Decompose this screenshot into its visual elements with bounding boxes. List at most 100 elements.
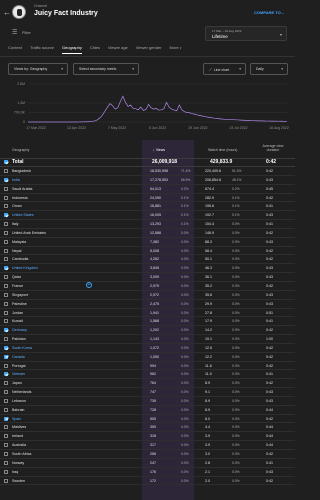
row-checkbox[interactable] (4, 469, 8, 474)
row-checkbox[interactable] (4, 319, 8, 324)
table-row[interactable]: Portugal 994 0.0% 11.6 0.0% 0:42 (0, 362, 295, 371)
table-row[interactable]: Indonesia 24,090 0.1% 282.9 0.1% 0:42 (0, 194, 295, 203)
table-row[interactable]: Saudi Arabia 54,013 0.2% 674.4 0.2% 0:45 (0, 185, 295, 194)
table-row[interactable]: Iraq 176 0.0% 2.1 0.0% 0:43 (0, 468, 295, 477)
chevron-down-icon[interactable]: ▾ (89, 11, 92, 17)
row-checkbox[interactable] (4, 398, 8, 403)
row-checkbox[interactable] (4, 239, 8, 244)
row-checkbox[interactable] (4, 407, 8, 412)
table-row[interactable]: Pakistan 1,143 0.0% 19.1 0.0% 1:00 (0, 335, 295, 344)
views-line-chart[interactable]: 2.8M 1.4M 700.0K 017 Mar 2022 13 Apr 2022 7 M… (0, 78, 295, 138)
breakdown-select[interactable]: Views by: Geography ▾ (8, 63, 68, 75)
table-row[interactable]: Jordan 1,941 0.0% 27.8 0.0% 0:51 (0, 309, 295, 318)
col-watch-time[interactable]: Watch time (hours) (208, 148, 237, 152)
table-row[interactable]: Qatar 3,009 0.0% 36.1 0.0% 0:43 (0, 273, 295, 282)
country-name[interactable]: United Kingdom (12, 266, 38, 270)
row-checkbox[interactable] (4, 204, 8, 209)
table-row[interactable]: Australia 317 0.0% 3.9 0.0% 0:44 (0, 441, 295, 450)
table-row[interactable]: Vietnam 962 0.0% 11.0 0.0% 0:41 (0, 370, 295, 380)
table-row[interactable]: Spain 505 0.0% 6.0 0.0% 0:42 (0, 415, 295, 424)
row-checkbox[interactable] (4, 177, 8, 182)
tab-geography[interactable]: Geography (62, 42, 82, 54)
tab-cities[interactable]: Cities (90, 42, 100, 54)
table-row[interactable]: Canada 1,050 0.0% 12.2 0.0% 0:42 (0, 353, 295, 362)
series-line[interactable] (28, 95, 288, 123)
row-checkbox[interactable] (4, 478, 8, 483)
table-row[interactable]: Malaysia 7,382 0.0% 88.3 0.0% 0:43 (0, 238, 295, 247)
table-row[interactable]: Cambodia 4,262 0.0% 50.1 0.0% 0:42 (0, 255, 295, 265)
row-checkbox[interactable] (4, 460, 8, 465)
row-checkbox[interactable] (4, 292, 8, 297)
row-checkbox[interactable] (4, 195, 8, 200)
country-name[interactable]: India (12, 178, 20, 182)
tab-viewer-age[interactable]: Viewer age (108, 42, 128, 54)
table-row[interactable]: Oman 16,881 0.1% 196.6 0.1% 0:41 (0, 202, 295, 212)
country-name[interactable]: Germany (12, 328, 27, 332)
country-name[interactable]: United States (12, 213, 34, 217)
arrow-left-icon[interactable]: ← (3, 8, 11, 17)
tab-traffic-source[interactable]: Traffic source (30, 42, 54, 54)
filter-bar[interactable]: ☰ Filter (0, 26, 200, 38)
table-row[interactable]: Norway 247 0.0% 2.8 0.0% 0:41 (0, 459, 295, 468)
row-checkbox[interactable] (4, 363, 8, 368)
row-checkbox[interactable] (4, 416, 8, 421)
row-checkbox[interactable] (4, 230, 8, 235)
table-row[interactable]: Kuwait 1,568 0.0% 17.9 0.0% 0:41 (0, 317, 295, 327)
country-name[interactable]: Vietnam (12, 372, 25, 376)
row-checkbox[interactable] (4, 425, 8, 430)
total-checkbox[interactable] (4, 160, 8, 164)
table-row[interactable]: Lebanon 739 0.0% 8.9 0.0% 0:43 (0, 397, 295, 406)
filter-input[interactable]: Filter (22, 30, 31, 35)
row-checkbox[interactable] (4, 434, 8, 439)
table-row[interactable]: South Korea 1,072 0.0% 12.5 0.0% 0:42 (0, 344, 295, 353)
table-row[interactable]: Singapore 2,972 0.0% 35.6 0.0% 0:43 (0, 291, 295, 300)
tab-content[interactable]: Content (8, 42, 22, 54)
table-row[interactable]: India 17,278,553 66.5% 206,854.8 48.1% 0:43 (0, 176, 295, 185)
country-name[interactable]: Spain (12, 417, 21, 421)
tab-more[interactable]: More ▾ (170, 42, 182, 54)
row-checkbox[interactable] (4, 186, 8, 191)
col-geography[interactable]: Geography (12, 148, 29, 152)
table-row[interactable]: United Arab Emirates 12,588 0.0% 146.9 0.0% 0… (0, 229, 295, 238)
row-checkbox[interactable] (4, 283, 8, 288)
row-checkbox[interactable] (4, 266, 8, 271)
row-checkbox[interactable] (4, 328, 8, 333)
table-row[interactable]: Sweden 172 0.0% 2.0 0.0% 0:42 (0, 477, 295, 486)
table-row[interactable]: Italy 13,293 0.1% 154.4 0.0% 0:41 (0, 220, 295, 229)
row-checkbox[interactable] (4, 345, 8, 350)
country-name[interactable]: South Korea (12, 346, 32, 350)
table-row[interactable]: Bahrain 728 0.0% 8.9 0.0% 0:44 (0, 406, 295, 415)
col-avg-duration[interactable]: Average view duration (258, 144, 288, 152)
table-row[interactable]: United States 16,005 0.1% 192.7 0.1% 0:43 (0, 211, 295, 221)
country-name[interactable]: Canada (12, 355, 25, 359)
row-checkbox[interactable] (4, 310, 8, 315)
row-checkbox[interactable] (4, 169, 8, 173)
secondary-metric-select[interactable]: Select secondary metric ▾ (73, 63, 139, 75)
row-checkbox[interactable] (4, 222, 8, 227)
row-checkbox[interactable] (4, 452, 8, 456)
col-views[interactable]: ↓ Views (153, 148, 165, 152)
chart-type-select[interactable]: ⟋ Line chart ▾ (203, 63, 246, 75)
row-checkbox[interactable] (4, 248, 8, 253)
tab-viewer-gender[interactable]: Viewer gender (136, 42, 162, 54)
row-checkbox[interactable] (4, 213, 8, 218)
row-checkbox[interactable] (4, 443, 8, 448)
row-checkbox[interactable] (4, 372, 8, 377)
table-row[interactable]: Bangladesh 18,530,598 71.4% 220,409.6 51.3% 0… (0, 167, 295, 176)
row-checkbox[interactable] (4, 275, 8, 280)
interval-select[interactable]: Daily ▾ (250, 63, 288, 75)
table-row[interactable]: Ireland 318 0.0% 3.9 0.0% 0:44 (0, 432, 295, 442)
table-row[interactable]: Germany 1,202 0.0% 14.2 0.0% 0:42 (0, 326, 295, 336)
table-row[interactable]: Nepal 5,008 0.0% 58.4 0.0% 0:42 (0, 247, 295, 256)
table-row[interactable]: Palestine 2,475 0.0% 29.9 0.0% 0:43 (0, 300, 295, 309)
row-checkbox[interactable] (4, 354, 8, 359)
table-row[interactable]: Netherlands 747 0.0% 9.1 0.0% 0:43 (0, 388, 295, 397)
table-row[interactable]: France 2,979 0.0% 35.2 0.0% 0:42 (0, 282, 295, 291)
table-row[interactable]: United Kingdom 3,845 0.0% 46.3 0.0% 0:43 (0, 264, 295, 274)
table-row[interactable]: Maldives 359 0.0% 4.4 0.0% 0:44 (0, 423, 295, 433)
table-row[interactable]: Japan 764 0.0% 8.9 0.0% 0:42 (0, 379, 295, 389)
date-range-picker[interactable]: 17 Mar – 16 Aug 2022 Lifetime ▾ (205, 26, 287, 41)
table-row[interactable]: South Africa 256 0.0% 3.0 0.0% 0:42 (0, 450, 295, 459)
row-checkbox[interactable] (4, 381, 8, 386)
channel-avatar[interactable] (12, 5, 26, 19)
